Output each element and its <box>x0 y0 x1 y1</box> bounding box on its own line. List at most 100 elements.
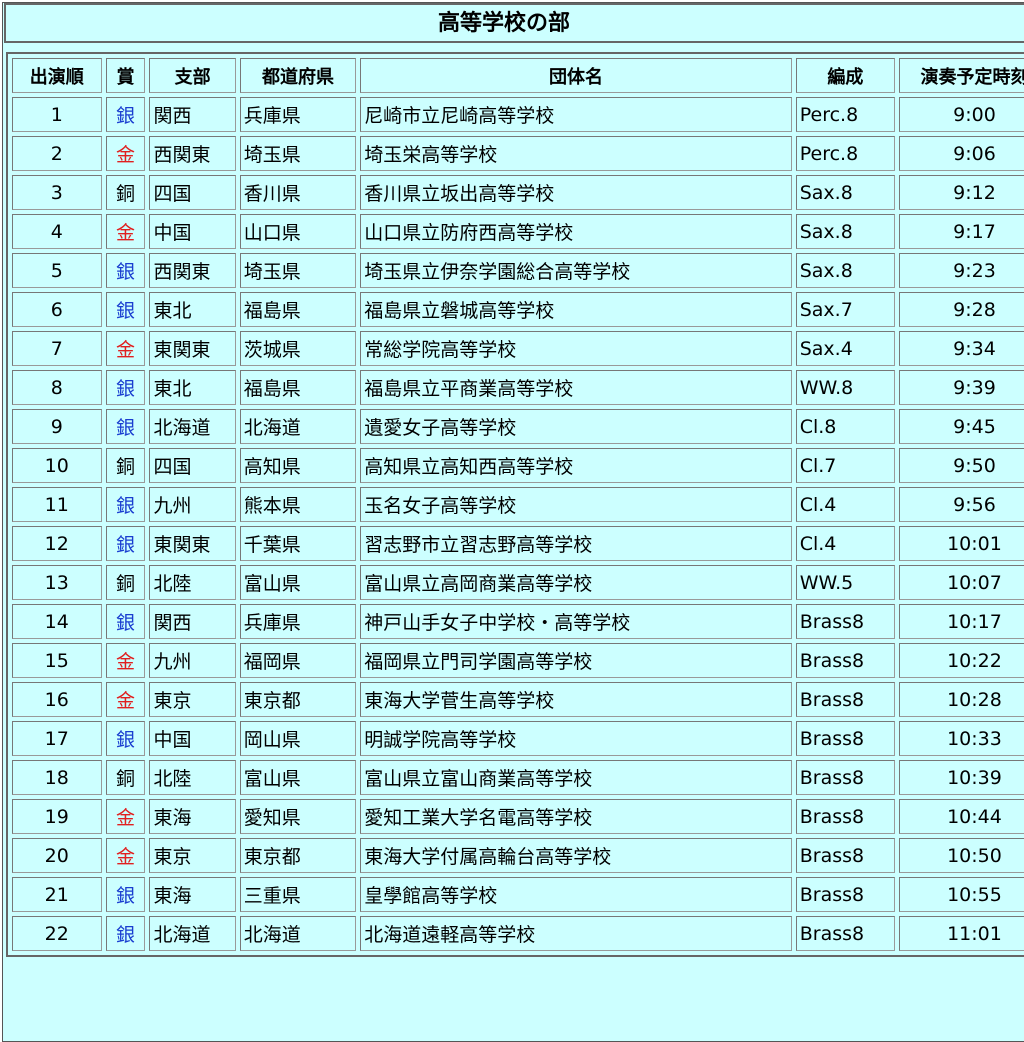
cell-order: 8 <box>12 370 102 405</box>
cell-formation: Perc.8 <box>795 136 895 171</box>
cell-prefecture: 福島県 <box>239 370 357 405</box>
cell-time: 10:17 <box>898 604 1024 639</box>
cell-group-name: 神戸山手女子中学校・高等学校 <box>360 604 792 639</box>
cell-branch: 関西 <box>149 604 236 639</box>
cell-time: 9:23 <box>898 253 1024 288</box>
table-row: 19 金東海 愛知県 愛知工業大学名電高等学校 Brass8 10:44 <box>12 799 1024 834</box>
cell-award: 金 <box>105 136 146 171</box>
cell-prefecture: 兵庫県 <box>239 604 357 639</box>
cell-group-name: 富山県立高岡商業高等学校 <box>360 565 792 600</box>
cell-formation: Sax.8 <box>795 253 895 288</box>
cell-award: 銅 <box>105 760 146 795</box>
cell-formation: Brass8 <box>795 916 895 951</box>
cell-prefecture: 北海道 <box>239 409 357 444</box>
table-row: 18 銅北陸 富山県 富山県立富山商業高等学校 Brass8 10:39 <box>12 760 1024 795</box>
cell-group-name: 愛知工業大学名電高等学校 <box>360 799 792 834</box>
cell-award: 金 <box>105 838 146 873</box>
cell-prefecture: 愛知県 <box>239 799 357 834</box>
table-row: 2 金西関東 埼玉県 埼玉栄高等学校 Perc.8 9:06 <box>12 136 1024 171</box>
cell-formation: Cl.7 <box>795 448 895 483</box>
cell-branch: 四国 <box>149 448 236 483</box>
cell-branch: 東海 <box>149 877 236 912</box>
cell-group-name: 山口県立防府西高等学校 <box>360 214 792 249</box>
cell-time: 9:12 <box>898 175 1024 210</box>
header-order: 出演順 <box>12 58 102 93</box>
header-formation: 編成 <box>795 58 895 93</box>
cell-formation: Brass8 <box>795 604 895 639</box>
cell-prefecture: 富山県 <box>239 760 357 795</box>
cell-prefecture: 三重県 <box>239 877 357 912</box>
cell-time: 9:50 <box>898 448 1024 483</box>
table-row: 4 金中国 山口県 山口県立防府西高等学校 Sax.8 9:17 <box>12 214 1024 249</box>
cell-formation: Brass8 <box>795 877 895 912</box>
table-row: 7 金東関東 茨城県 常総学院高等学校 Sax.4 9:34 <box>12 331 1024 366</box>
cell-order: 3 <box>12 175 102 210</box>
cell-award: 銅 <box>105 175 146 210</box>
cell-formation: Sax.7 <box>795 292 895 327</box>
cell-group-name: 常総学院高等学校 <box>360 331 792 366</box>
cell-prefecture: 兵庫県 <box>239 97 357 132</box>
cell-order: 17 <box>12 721 102 756</box>
table-row: 13 銅北陸 富山県 富山県立高岡商業高等学校 WW.5 10:07 <box>12 565 1024 600</box>
results-table-wrapper: 出演順 賞 支部 都道府県 団体名 編成 演奏予定時刻 1 銀関西 兵庫県 尼崎市立尼… <box>6 52 1024 957</box>
cell-prefecture: 富山県 <box>239 565 357 600</box>
cell-group-name: 香川県立坂出高等学校 <box>360 175 792 210</box>
cell-branch: 四国 <box>149 175 236 210</box>
cell-prefecture: 福島県 <box>239 292 357 327</box>
cell-order: 15 <box>12 643 102 678</box>
table-row: 1 銀関西 兵庫県 尼崎市立尼崎高等学校 Perc.8 9:00 <box>12 97 1024 132</box>
cell-prefecture: 東京都 <box>239 838 357 873</box>
header-branch: 支部 <box>149 58 236 93</box>
table-row: 16 金東京 東京都 東海大学菅生高等学校 Brass8 10:28 <box>12 682 1024 717</box>
cell-order: 18 <box>12 760 102 795</box>
cell-branch: 東京 <box>149 682 236 717</box>
cell-prefecture: 埼玉県 <box>239 253 357 288</box>
cell-formation: WW.5 <box>795 565 895 600</box>
cell-group-name: 東海大学菅生高等学校 <box>360 682 792 717</box>
cell-order: 1 <box>12 97 102 132</box>
cell-group-name: 習志野市立習志野高等学校 <box>360 526 792 561</box>
page-title: 高等学校の部 <box>4 3 1024 43</box>
cell-time: 10:01 <box>898 526 1024 561</box>
cell-group-name: 遺愛女子高等学校 <box>360 409 792 444</box>
cell-award: 金 <box>105 214 146 249</box>
cell-group-name: 埼玉栄高等学校 <box>360 136 792 171</box>
cell-formation: Sax.8 <box>795 175 895 210</box>
cell-time: 9:28 <box>898 292 1024 327</box>
cell-order: 2 <box>12 136 102 171</box>
cell-prefecture: 山口県 <box>239 214 357 249</box>
cell-group-name: 福島県立磐城高等学校 <box>360 292 792 327</box>
cell-branch: 北海道 <box>149 916 236 951</box>
table-row: 11 銀九州 熊本県 玉名女子高等学校 Cl.4 9:56 <box>12 487 1024 522</box>
table-row: 5 銀西関東 埼玉県 埼玉県立伊奈学園総合高等学校 Sax.8 9:23 <box>12 253 1024 288</box>
cell-group-name: 富山県立富山商業高等学校 <box>360 760 792 795</box>
table-row: 14 銀関西 兵庫県 神戸山手女子中学校・高等学校 Brass8 10:17 <box>12 604 1024 639</box>
cell-order: 10 <box>12 448 102 483</box>
cell-order: 14 <box>12 604 102 639</box>
cell-prefecture: 茨城県 <box>239 331 357 366</box>
cell-order: 22 <box>12 916 102 951</box>
cell-branch: 西関東 <box>149 136 236 171</box>
cell-group-name: 明誠学院高等学校 <box>360 721 792 756</box>
cell-order: 6 <box>12 292 102 327</box>
cell-branch: 東京 <box>149 838 236 873</box>
cell-branch: 北陸 <box>149 565 236 600</box>
cell-formation: Cl.4 <box>795 487 895 522</box>
cell-award: 銅 <box>105 565 146 600</box>
cell-time: 9:06 <box>898 136 1024 171</box>
cell-branch: 東関東 <box>149 331 236 366</box>
cell-formation: Cl.4 <box>795 526 895 561</box>
cell-prefecture: 北海道 <box>239 916 357 951</box>
table-row: 21 銀東海 三重県 皇學館高等学校 Brass8 10:55 <box>12 877 1024 912</box>
cell-branch: 北陸 <box>149 760 236 795</box>
cell-award: 銀 <box>105 877 146 912</box>
table-body: 1 銀関西 兵庫県 尼崎市立尼崎高等学校 Perc.8 9:00 2 金西関東 埼玉県 埼玉栄高等… <box>12 97 1024 951</box>
cell-award: 金 <box>105 799 146 834</box>
cell-time: 9:39 <box>898 370 1024 405</box>
cell-time: 9:00 <box>898 97 1024 132</box>
cell-time: 10:55 <box>898 877 1024 912</box>
cell-order: 5 <box>12 253 102 288</box>
cell-award: 銀 <box>105 97 146 132</box>
cell-branch: 中国 <box>149 721 236 756</box>
cell-order: 19 <box>12 799 102 834</box>
